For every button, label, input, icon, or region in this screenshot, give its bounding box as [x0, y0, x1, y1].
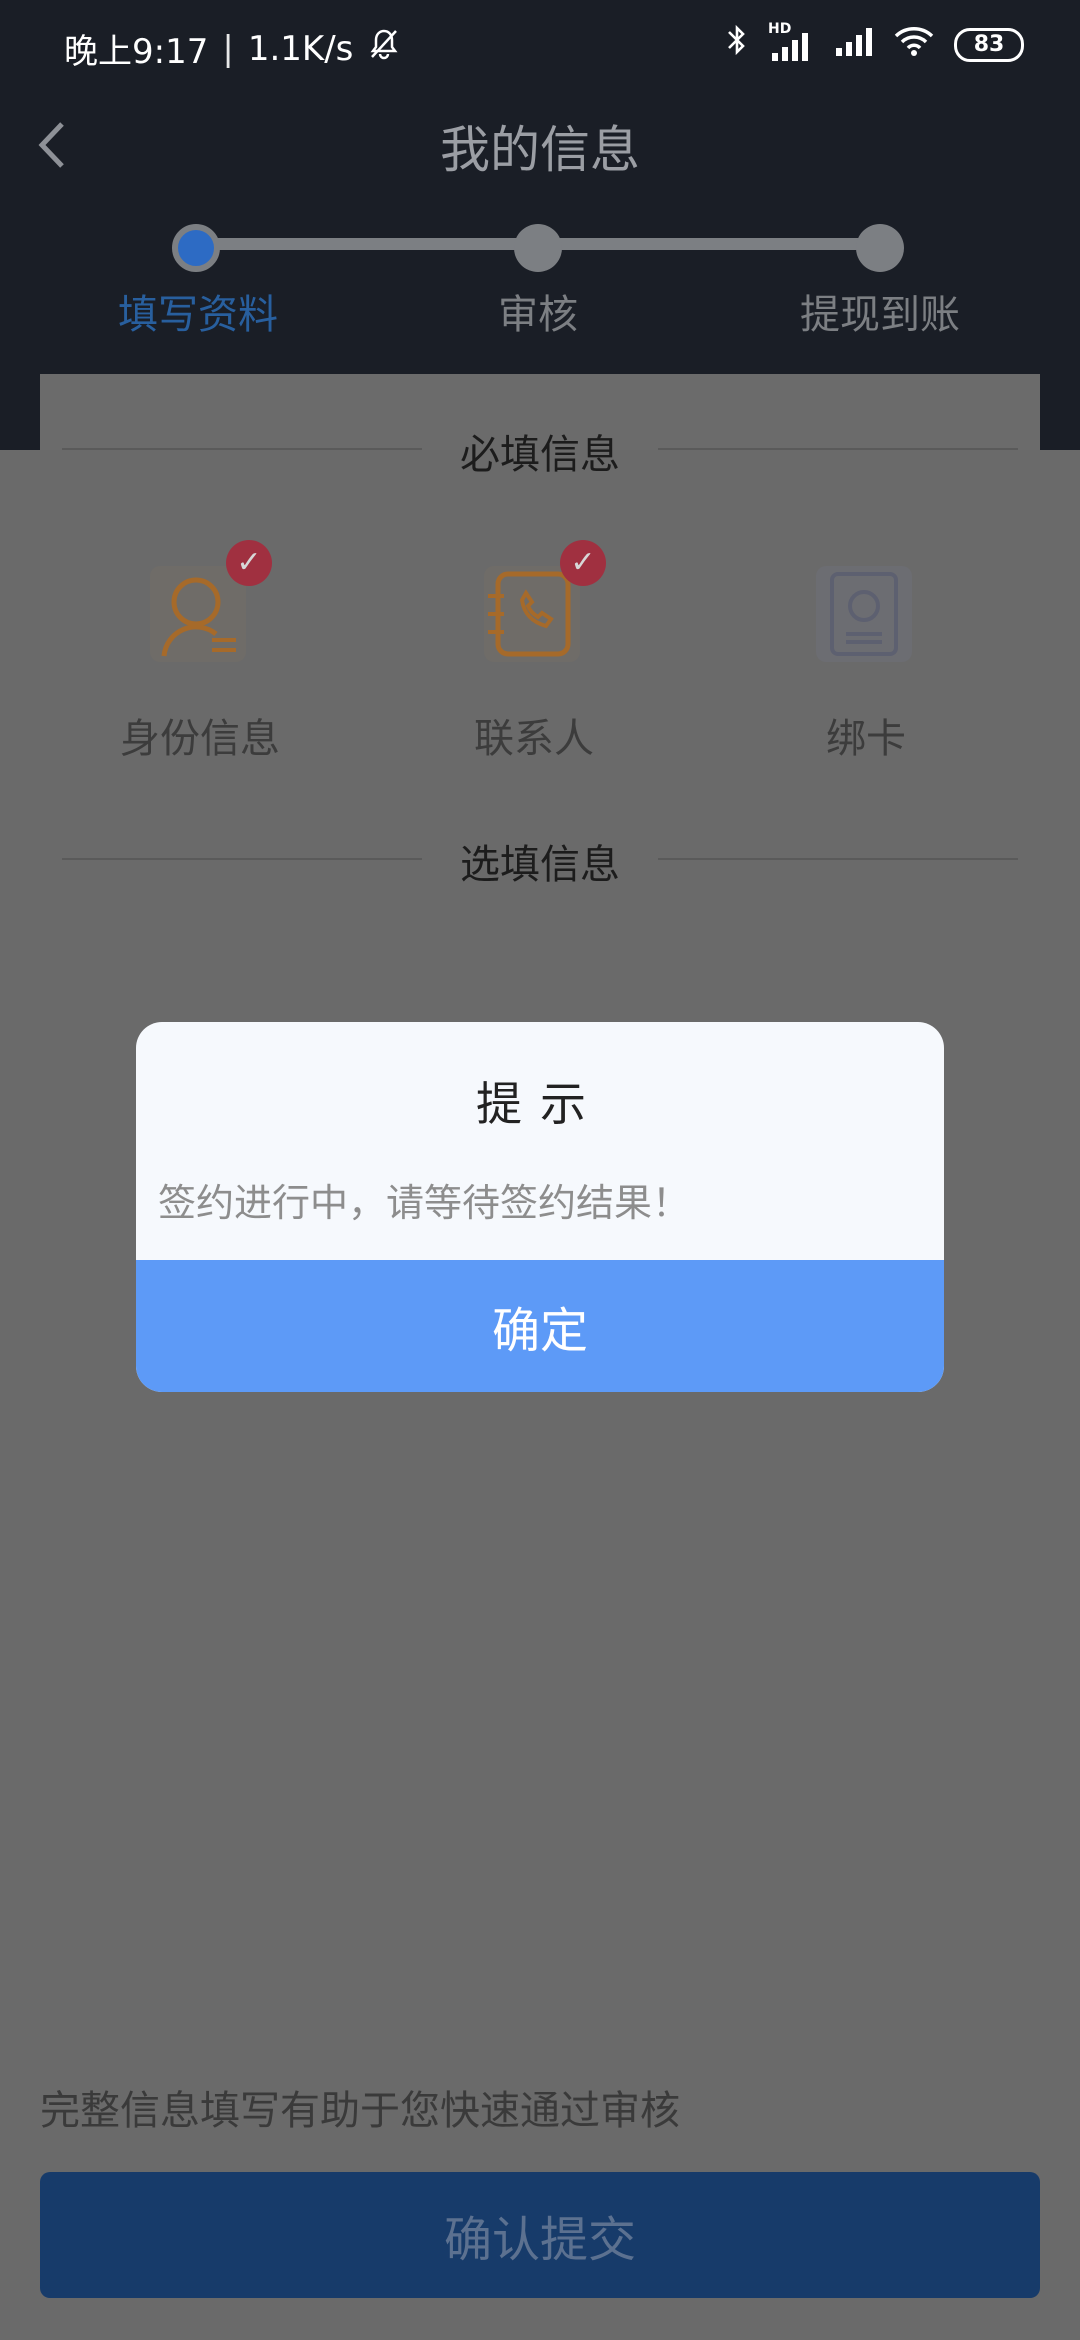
alert-dialog: 提示 签约进行中，请等待签约结果！ 确定 — [136, 1022, 944, 1392]
dialog-confirm-button[interactable]: 确定 — [136, 1260, 944, 1392]
dialog-message: 签约进行中，请等待签约结果！ — [158, 1181, 691, 1225]
dialog-title: 提示 — [476, 1077, 604, 1131]
